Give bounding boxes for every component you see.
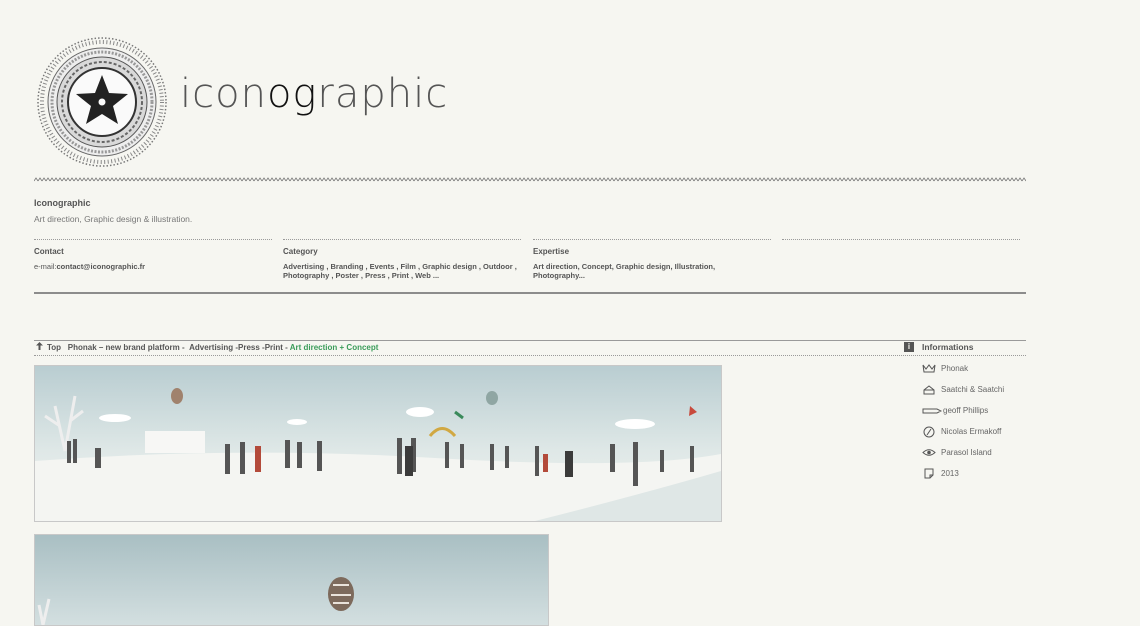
logo-wordmark[interactable]: iconographic xyxy=(180,74,448,114)
wordmark-og: og xyxy=(266,71,318,117)
zigzag-divider xyxy=(34,177,1026,182)
info-photographer: Nicolas Ermakoff xyxy=(922,426,1001,438)
info-client-text: Phonak xyxy=(941,364,969,373)
informations-title: Informations xyxy=(922,342,974,352)
info-production: Parasol Island xyxy=(922,447,992,459)
info-icon[interactable]: i xyxy=(904,342,914,352)
arrow-up-icon xyxy=(36,342,43,350)
wordmark-part: icon xyxy=(180,71,267,117)
info-year: 2013 xyxy=(922,468,959,480)
info-agency: Saatchi & Saatchi xyxy=(922,384,1004,396)
email-link[interactable]: contact@iconographic.fr xyxy=(57,262,146,271)
info-agency-text: Saatchi & Saatchi xyxy=(941,385,1005,394)
project-bar-text: Top Phonak – new brand platform - Advert… xyxy=(36,342,378,353)
top-label: Top xyxy=(47,343,62,352)
header-rule xyxy=(34,292,1026,294)
logo-emblem xyxy=(37,37,167,167)
category-title: Category xyxy=(283,247,318,256)
expertise-list[interactable]: Art direction, Concept, Graphic design, … xyxy=(533,262,733,280)
project-image-panorama[interactable] xyxy=(34,365,722,522)
house-icon xyxy=(923,385,935,395)
info-creative: geoff Phillips xyxy=(922,405,988,417)
project-image-balloon[interactable] xyxy=(34,534,549,626)
contact-text: e-mail:contact@iconographic.fr xyxy=(34,262,264,271)
pen-icon xyxy=(922,408,943,414)
top-link[interactable]: Top xyxy=(36,342,62,352)
email-label: e-mail: xyxy=(34,262,57,271)
site-tagline: Art direction, Graphic design & illustra… xyxy=(34,214,193,224)
project-categories[interactable]: Advertising -Press -Print - xyxy=(189,343,288,352)
site-name: Iconographic xyxy=(34,198,91,208)
info-production-text: Parasol Island xyxy=(941,448,992,457)
column-divider xyxy=(782,239,1020,240)
info-year-text: 2013 xyxy=(941,469,959,478)
category-list[interactable]: Advertising , Branding , Events , Film ,… xyxy=(283,262,523,280)
column-divider xyxy=(533,239,771,240)
info-client: Phonak xyxy=(922,363,968,375)
contact-title: Contact xyxy=(34,247,64,256)
column-divider xyxy=(34,239,272,240)
crown-icon xyxy=(922,364,936,373)
column-divider xyxy=(283,239,521,240)
wordmark-part: raphic xyxy=(317,71,449,117)
calendar-icon xyxy=(924,468,934,479)
expertise-title: Expertise xyxy=(533,247,570,256)
aperture-icon xyxy=(923,426,935,438)
project-expertise[interactable]: Art direction + Concept xyxy=(290,343,379,352)
info-photographer-text: Nicolas Ermakoff xyxy=(941,427,1002,437)
eye-icon xyxy=(922,449,936,457)
project-title: Phonak – new brand platform - xyxy=(67,343,185,352)
info-creative-text: geoff Phillips xyxy=(943,406,989,415)
